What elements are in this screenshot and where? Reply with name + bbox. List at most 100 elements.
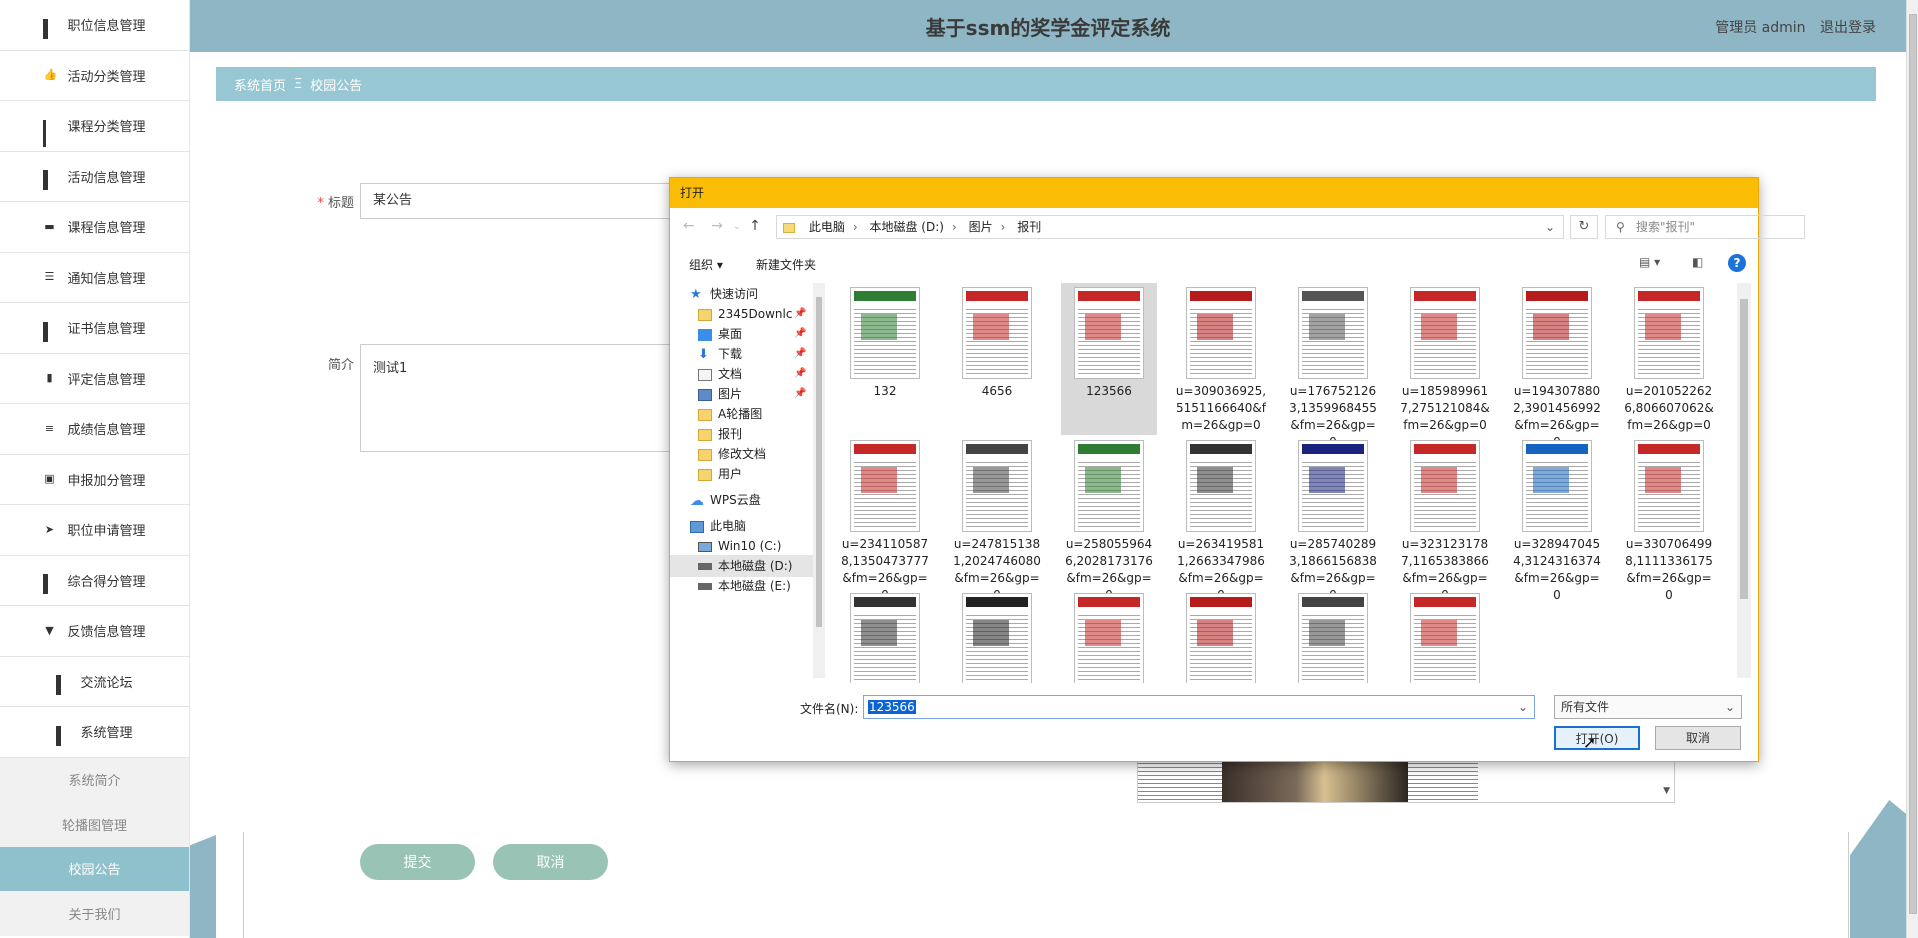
submit-button[interactable]: 提交 — [360, 844, 475, 880]
file-item[interactable]: u=2857402893,1866156838&fm=26&gp=0 — [1285, 436, 1381, 602]
sidebar-item-6[interactable]: 证书信息管理 — [0, 303, 189, 354]
sidebar-item-1[interactable]: 👍 活动分类管理 — [0, 51, 189, 101]
sidebar-item-2[interactable]: 课程分类管理 — [0, 101, 189, 152]
file-item[interactable]: u=2580559646,2028173176&fm=26&gp=0 — [1061, 436, 1157, 602]
sidebar-item-label: 职位信息管理 — [67, 19, 146, 35]
tree-node-label: 此电脑 — [710, 519, 747, 533]
tree-node-6[interactable]: A轮播图 — [698, 403, 762, 425]
tree-node-1[interactable]: 2345Downlc 📌 — [698, 303, 806, 325]
filename-input[interactable]: 123566 ⌄ — [863, 695, 1535, 719]
sidebar-item-12[interactable]: ▼ 反馈信息管理 — [0, 606, 189, 657]
user-info: 管理员 admin 退出登录 — [1705, 17, 1876, 37]
sidebar-subitem-1[interactable]: 轮播图管理 — [0, 802, 189, 847]
sidebar-subitem-3[interactable]: 关于我们 — [0, 891, 189, 936]
tree-node-4[interactable]: 文档 📌 — [698, 363, 806, 385]
sidebar-item-4[interactable]: ▬ 课程信息管理 — [0, 202, 189, 253]
file-thumbnail — [850, 593, 920, 683]
tree-node-9[interactable]: 用户 — [698, 463, 742, 485]
tree-node-10[interactable]: ☁ WPS云盘 — [690, 489, 761, 511]
sidebar-item-13[interactable]: 交流论坛 — [0, 657, 189, 707]
path-seg-1[interactable]: 本地磁盘 (D:) — [869, 220, 943, 234]
recent-dropdown-icon[interactable]: ⌄ — [728, 222, 746, 232]
intro-textarea[interactable]: 测试1 — [360, 344, 680, 452]
organize-menu[interactable]: 组织 ▾ — [689, 256, 723, 273]
sidebar-item-14[interactable]: 系统管理 — [0, 707, 189, 758]
tree-node-14[interactable]: 本地磁盘 (E:) — [698, 575, 791, 597]
sidebar-item-5[interactable]: ☰ 通知信息管理 — [0, 253, 189, 303]
tree-node-0[interactable]: ★ 快速访问 — [690, 283, 758, 305]
path-seg-0[interactable]: 此电脑 — [809, 220, 845, 234]
tree-node-7[interactable]: 报刊 — [698, 423, 742, 445]
filename-dropdown-icon[interactable]: ⌄ — [1518, 696, 1528, 718]
file-item[interactable]: u=2634195811,2663347986&fm=26&gp=0 — [1173, 436, 1269, 602]
sidebar-item-7[interactable]: ▮ 评定信息管理 — [0, 354, 189, 404]
up-arrow-icon[interactable]: ↑ — [746, 218, 764, 234]
sidebar-item-11[interactable]: 综合得分管理 — [0, 556, 189, 606]
file-item[interactable]: u=1859899617,275121084&fm=26&gp=0 — [1397, 283, 1493, 435]
file-item[interactable] — [1061, 589, 1157, 683]
dialog-cancel-button[interactable]: 取消 — [1655, 726, 1741, 750]
search-input[interactable]: ⚲ 搜索"报刊" — [1605, 215, 1805, 239]
file-item[interactable]: u=3289470454,3124316374&fm=26&gp=0 — [1509, 436, 1605, 602]
tree-node-2[interactable]: 桌面 📌 — [698, 323, 806, 345]
sidebar-item-8[interactable]: ≡ 成绩信息管理 — [0, 404, 189, 455]
sidebar-item-9[interactable]: ▣ 申报加分管理 — [0, 455, 189, 505]
open-button[interactable]: 打开(O) — [1554, 726, 1640, 750]
page-scrollbar[interactable] — [1906, 0, 1918, 938]
file-item[interactable] — [837, 589, 933, 683]
tree-node-13[interactable]: 本地磁盘 (D:) — [670, 555, 813, 577]
title-input[interactable]: 某公告 — [360, 183, 680, 219]
sidebar-item-10[interactable]: ➤ 职位申请管理 — [0, 505, 189, 556]
sidebar-item-label: 活动分类管理 — [67, 69, 146, 85]
file-item[interactable]: 4656 — [949, 283, 1045, 435]
refresh-icon[interactable]: ↻ — [1570, 215, 1598, 239]
cancel-button[interactable]: 取消 — [493, 844, 608, 880]
file-item[interactable]: 123566 — [1061, 283, 1157, 435]
clipboard-icon: ▣ — [44, 472, 55, 486]
view-options-icon[interactable]: ▤ ▾ — [1639, 255, 1660, 269]
file-item[interactable] — [1285, 589, 1381, 683]
file-list-scrollbar[interactable] — [1737, 283, 1751, 678]
help-icon[interactable]: ? — [1728, 254, 1746, 272]
sidebar-item-3[interactable]: 活动信息管理 — [0, 152, 189, 202]
sidebar-subitem-2[interactable]: 校园公告 — [0, 846, 189, 891]
tree-node-11[interactable]: 此电脑 — [690, 515, 746, 537]
path-seg-3[interactable]: 报刊 — [1017, 220, 1041, 234]
tree-node-5[interactable]: 图片 📌 — [698, 383, 806, 405]
file-item[interactable]: u=3231231787,1165383866&fm=26&gp=0 — [1397, 436, 1493, 602]
address-path[interactable]: 此电脑 › 本地磁盘 (D:) › 图片 › 报刊 ⌄ — [776, 215, 1564, 239]
tree-scrollbar[interactable] — [813, 283, 825, 678]
sidebar-subitem-0[interactable]: 系统简介 — [0, 757, 189, 802]
tree-node-12[interactable]: Win10 (C:) — [698, 535, 781, 557]
list-icon: ≡ — [44, 421, 55, 435]
file-thumbnail — [1074, 593, 1144, 683]
file-item[interactable] — [1397, 589, 1493, 683]
sidebar-item-0[interactable]: 职位信息管理 — [0, 0, 189, 51]
logout-link[interactable]: 退出登录 — [1820, 20, 1876, 36]
file-item[interactable] — [1173, 589, 1269, 683]
file-item[interactable]: u=2010522626,806607062&fm=26&gp=0 — [1621, 283, 1717, 435]
content-panel-bottom — [243, 832, 1849, 938]
file-item[interactable]: 132 — [837, 283, 933, 435]
file-item[interactable]: u=2478151381,2024746080&fm=26&gp=0 — [949, 436, 1045, 602]
bar-chart-icon: ▮ — [46, 371, 53, 385]
file-item[interactable]: u=309036925,5151166640&fm=26&gp=0 — [1173, 283, 1269, 435]
file-item[interactable]: u=1767521263,1359968455&fm=26&gp=0 — [1285, 283, 1381, 449]
back-arrow-icon[interactable]: ← — [680, 218, 698, 234]
breadcrumb-home[interactable]: 系统首页 — [234, 75, 286, 94]
file-item[interactable]: u=3307064998,1111336175&fm=26&gp=0 — [1621, 436, 1717, 602]
new-folder-button[interactable]: 新建文件夹 — [756, 256, 816, 273]
tree-node-3[interactable]: ⬇ 下载 📌 — [698, 343, 806, 365]
intro-label: 简介 — [327, 358, 354, 373]
preview-scroll-down-icon[interactable]: ▼ — [1663, 786, 1670, 796]
path-seg-2[interactable]: 图片 — [969, 220, 993, 234]
file-item[interactable]: u=2341105878,1350473777&fm=26&gp=0 — [837, 436, 933, 602]
tree-node-8[interactable]: 修改文档 — [698, 443, 766, 465]
filetype-select[interactable]: 所有文件 ⌄ — [1554, 695, 1742, 719]
preview-pane-icon[interactable]: ◧ — [1692, 255, 1703, 269]
page-scrollbar-thumb[interactable] — [1909, 14, 1917, 914]
path-dropdown-icon[interactable]: ⌄ — [1545, 216, 1555, 238]
file-item[interactable]: u=1943078802,3901456992&fm=26&gp=0 — [1509, 283, 1605, 449]
forward-arrow-icon[interactable]: → — [708, 218, 726, 234]
file-item[interactable] — [949, 589, 1045, 683]
